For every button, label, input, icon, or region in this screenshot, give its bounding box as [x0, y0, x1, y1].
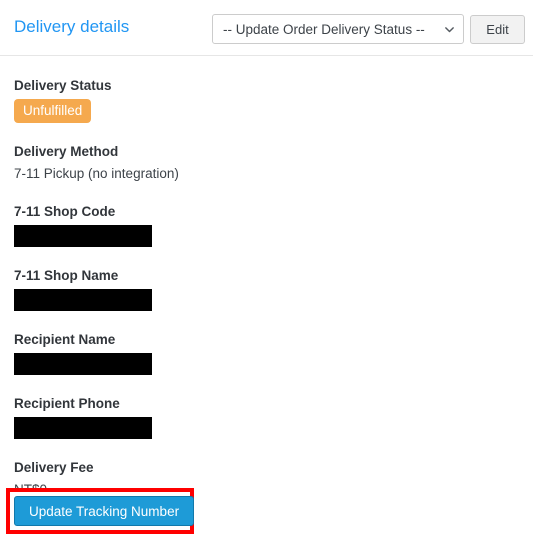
delivery-details-header: Delivery details -- Update Order Deliver…: [0, 0, 533, 56]
redacted-value: [14, 225, 152, 247]
field-value: 7-11 Pickup (no integration): [14, 166, 179, 181]
field-shop-name: 7-11 Shop Name: [14, 267, 519, 311]
field-label: Delivery Fee: [14, 460, 94, 475]
delivery-details-title-link[interactable]: Delivery details: [14, 17, 129, 37]
delivery-status-select[interactable]: -- Update Order Delivery Status --: [212, 14, 464, 44]
field-label: Delivery Status: [14, 78, 112, 93]
redacted-value: [14, 353, 152, 375]
field-label: Recipient Name: [14, 332, 116, 347]
status-badge: Unfulfilled: [14, 99, 92, 123]
edit-button[interactable]: Edit: [470, 15, 525, 44]
update-tracking-number-button[interactable]: Update Tracking Number: [14, 496, 195, 526]
redacted-value: [14, 289, 152, 311]
field-label: Recipient Phone: [14, 396, 120, 411]
delivery-status-select-value: -- Update Order Delivery Status --: [223, 21, 425, 37]
field-shop-code: 7-11 Shop Code: [14, 203, 519, 247]
chevron-down-icon: [444, 24, 455, 35]
field-label: Delivery Method: [14, 144, 119, 159]
field-delivery-method: Delivery Method 7-11 Pickup (no integrat…: [14, 143, 519, 183]
field-delivery-status: Delivery Status Unfulfilled: [14, 77, 519, 123]
field-recipient-name: Recipient Name: [14, 331, 519, 375]
field-label: 7-11 Shop Code: [14, 204, 116, 219]
field-recipient-phone: Recipient Phone: [14, 395, 519, 439]
delivery-details-body: Delivery Status Unfulfilled Delivery Met…: [0, 77, 533, 499]
redacted-value: [14, 417, 152, 439]
field-label: 7-11 Shop Name: [14, 268, 119, 283]
